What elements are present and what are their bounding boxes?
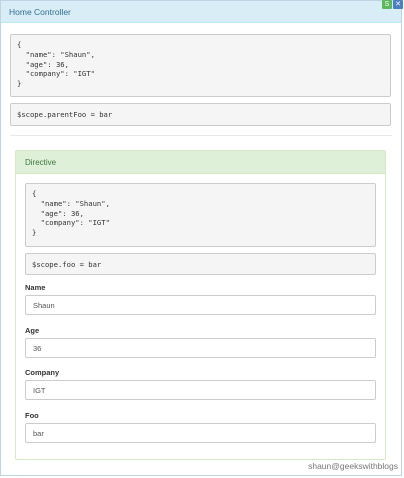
home-json-output: { "name": "Shaun", "age": 36, "company":…	[10, 34, 391, 97]
section-divider	[10, 135, 392, 136]
home-controller-panel: Home Controller { "name": "Shaun", "age"…	[0, 0, 402, 476]
window-controls: S ✕	[382, 0, 403, 9]
directive-title: Directive	[25, 158, 57, 167]
directive-json-output: { "name": "Shaun", "age": 36, "company":…	[25, 183, 376, 247]
foo-text: $scope.foo = bar	[32, 259, 102, 269]
home-controller-title: Home Controller	[9, 7, 71, 17]
company-input[interactable]	[25, 380, 376, 400]
foo-label: Foo	[25, 411, 39, 420]
company-label: Company	[25, 368, 60, 377]
age-input[interactable]	[25, 338, 376, 358]
name-input[interactable]	[25, 295, 376, 315]
close-icon[interactable]: ✕	[393, 0, 403, 9]
watermark: shaun@geekswithblogs	[308, 461, 398, 471]
parent-foo-output: $scope.parentFoo = bar	[10, 103, 391, 126]
age-label: Age	[25, 326, 40, 335]
directive-heading: Directive	[16, 151, 385, 174]
name-label: Name	[25, 283, 46, 292]
refresh-icon[interactable]: S	[382, 0, 392, 9]
directive-panel: Directive { "name": "Shaun", "age": 36, …	[15, 150, 386, 460]
parent-foo-text: $scope.parentFoo = bar	[17, 110, 113, 119]
foo-input[interactable]	[25, 423, 376, 443]
foo-output: $scope.foo = bar	[25, 253, 376, 275]
home-controller-header: Home Controller	[1, 1, 401, 23]
